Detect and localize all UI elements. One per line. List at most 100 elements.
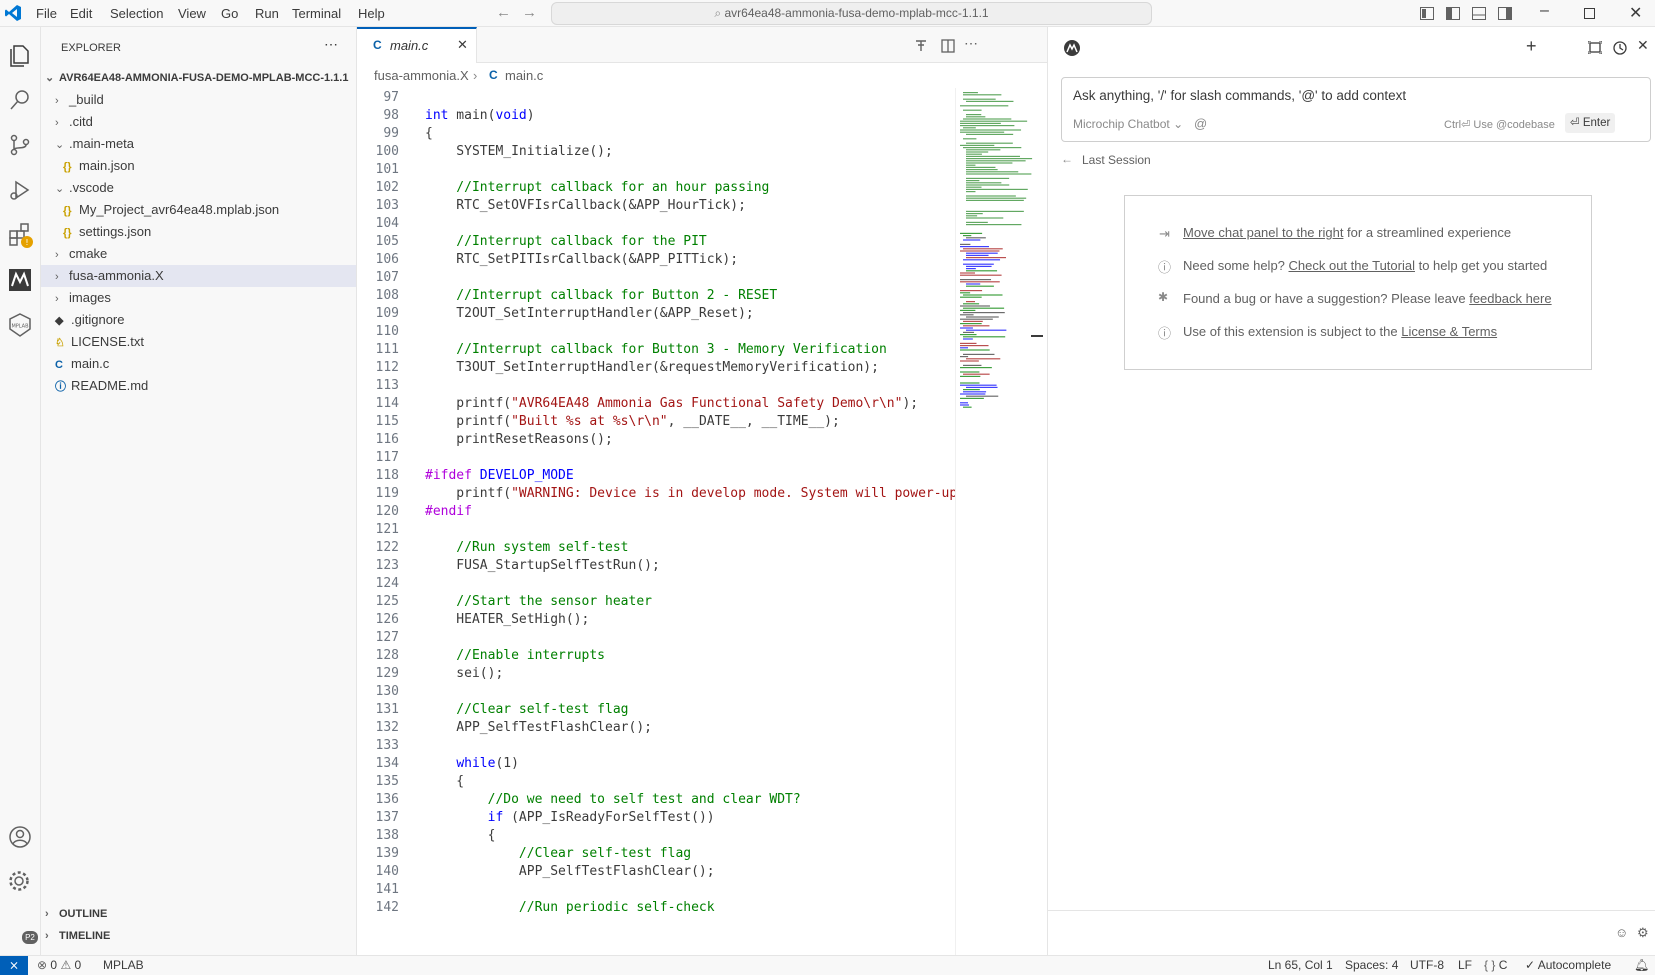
tutorial-link[interactable]: Check out the Tutorial [1289,258,1415,273]
code-line[interactable]: 141 [357,880,955,899]
close-chat-icon[interactable]: ✕ [1637,37,1649,54]
code-line[interactable]: 121 [357,520,955,539]
code-line[interactable]: 127 [357,628,955,647]
code-line[interactable]: 142 //Run periodic self-check [357,898,955,917]
end-of-line[interactable]: LF [1458,956,1472,975]
close-window-icon[interactable]: ✕ [1629,3,1642,23]
tree-item[interactable]: Cmain.c [41,353,356,375]
cursor-position[interactable]: Ln 65, Col 1 [1268,956,1333,975]
code-line[interactable]: 132 APP_SelfTestFlashClear(); [357,718,955,737]
code-line[interactable]: 126 HEATER_SetHigh(); [357,610,955,629]
editor-more-actions-icon[interactable]: ⋯ [964,35,978,52]
mplab-logo-icon[interactable] [6,266,34,294]
minimize-icon[interactable]: – [1540,2,1549,20]
customize-layout-icon[interactable] [1420,7,1434,20]
encoding[interactable]: UTF-8 [1410,956,1444,975]
settings-gear-icon[interactable]: ⚙ [1637,925,1649,941]
chat-input-box[interactable]: Ask anything, '/' for slash commands, '@… [1061,77,1651,142]
tree-item[interactable]: {} My_Project_avr64ea48.mplab.json [41,199,356,221]
license-terms-link[interactable]: License & Terms [1401,324,1497,339]
more-actions-icon[interactable]: ⋯ [324,36,338,53]
code-line[interactable]: 99 { [357,124,955,143]
source-control-icon[interactable] [6,131,34,159]
code-line[interactable]: 128 //Enable interrupts [357,646,955,665]
command-center[interactable]: ⌕ avr64ea48-ammonia-fusa-demo-mplab-mcc-… [551,2,1152,25]
history-icon[interactable] [1612,40,1627,55]
problems-indicator[interactable]: ⊗ 0 ⚠ 0 [37,956,81,975]
breadcrumb-file[interactable]: main.c [505,63,543,88]
autocomplete-status[interactable]: ✓ Autocomplete [1525,956,1611,975]
code-line[interactable]: 108 //Interrupt callback for Button 2 - … [357,286,955,305]
code-line[interactable]: 117 [357,448,955,467]
toggle-primary-sidebar-icon[interactable] [1446,7,1460,20]
menu-view[interactable]: View [178,6,206,21]
menu-help[interactable]: Help [358,6,385,21]
notifications-bell-icon[interactable]: 🔔︎ [1634,956,1649,975]
code-line[interactable]: 104 [357,214,955,233]
code-line[interactable]: 129 sei(); [357,664,955,683]
tree-item[interactable]: ⌄ .vscode [41,177,356,199]
enter-button[interactable]: ⏎ Enter [1565,113,1616,133]
close-tab-icon[interactable]: ✕ [457,37,468,53]
maximize-panel-icon[interactable] [1588,41,1602,54]
move-chat-panel-link[interactable]: Move chat panel to the right [1183,225,1343,240]
code-line[interactable]: 103 RTC_SetOVFIsrCallback(&APP_HourTick)… [357,196,955,215]
back-arrow-icon[interactable]: ← [496,4,511,21]
menu-selection[interactable]: Selection [110,6,163,21]
code-line[interactable]: 130 [357,682,955,701]
split-editor-icon[interactable] [941,39,955,53]
code-line[interactable]: 113 [357,376,955,395]
code-line[interactable]: 98 int main(void) [357,106,955,125]
explorer-files-icon[interactable] [6,41,34,69]
model-selector[interactable]: Microchip Chatbot ⌄ [1073,117,1183,131]
code-line[interactable]: 116 printResetReasons(); [357,430,955,449]
code-line[interactable]: 135 { [357,772,955,791]
maximize-icon[interactable] [1584,8,1595,19]
code-line[interactable]: 97 [357,88,955,107]
accounts-icon[interactable] [6,823,34,851]
tree-item[interactable]: ◆ .gitignore [41,309,356,331]
tab-main-c[interactable]: C main.c ✕ [357,27,477,63]
emoji-icon[interactable]: ☺ [1615,925,1628,940]
code-line[interactable]: 100 SYSTEM_Initialize(); [357,142,955,161]
code-line[interactable]: 115 printf("Built %s at %s\r\n", __DATE_… [357,412,955,431]
chat-input-placeholder[interactable]: Ask anything, '/' for slash commands, '@… [1073,88,1406,103]
explorer-root-folder[interactable]: ⌄ AVR64EA48-AMMONIA-FUSA-DEMO-MPLAB-MCC-1… [41,67,356,89]
code-line[interactable]: 114 printf("AVR64EA48 Ammonia Gas Functi… [357,394,955,413]
tree-item[interactable]: {} settings.json [41,221,356,243]
forward-arrow-icon[interactable]: → [522,4,537,21]
tree-item[interactable]: ⓘ README.md [41,375,356,397]
tree-item[interactable]: ♘ LICENSE.txt [41,331,356,353]
code-editor[interactable]: 97 98 int main(void) 99 {100 SYSTEM_Initiali… [357,88,955,955]
menu-edit[interactable]: Edit [70,6,92,21]
code-line[interactable]: 118 #ifdef DEVELOP_MODE [357,466,955,485]
toggle-panel-icon[interactable] [1472,7,1486,20]
tree-item[interactable]: › _build [41,89,356,111]
indentation[interactable]: Spaces: 4 [1345,956,1398,975]
code-line[interactable]: 133 [357,736,955,755]
code-line[interactable]: 122 //Run system self-test [357,538,955,557]
code-line[interactable]: 125 //Start the sensor heater [357,592,955,611]
run-debug-icon[interactable] [6,176,34,204]
language-mode[interactable]: { } C [1484,956,1507,975]
mplab-status[interactable]: MPLAB [103,956,144,975]
minimap[interactable] [955,88,1043,955]
mplab-shield-icon[interactable]: MPLAB [6,311,34,339]
breadcrumb-folder[interactable]: fusa-ammonia.X [374,63,469,88]
tree-item[interactable]: › fusa-ammonia.X [41,265,356,287]
last-session-link[interactable]: Last Session [1082,153,1151,167]
code-line[interactable]: 112 T3OUT_SetInterruptHandler(&requestMe… [357,358,955,377]
tree-item[interactable]: › .citd [41,111,356,133]
code-line[interactable]: 102 //Interrupt callback for an hour pas… [357,178,955,197]
tree-item[interactable]: {} main.json [41,155,356,177]
toggle-secondary-sidebar-icon[interactable] [1498,7,1512,20]
code-line[interactable]: 111 //Interrupt callback for Button 3 - … [357,340,955,359]
code-line[interactable]: 101 [357,160,955,179]
tree-item[interactable]: ⌄ .main-meta [41,133,356,155]
code-line[interactable]: 110 [357,322,955,341]
code-line[interactable]: 136 //Do we need to self test and clear … [357,790,955,809]
code-line[interactable]: 131 //Clear self-test flag [357,700,955,719]
code-line[interactable]: 124 [357,574,955,593]
code-line[interactable]: 134 while(1) [357,754,955,773]
feedback-link[interactable]: feedback here [1469,291,1551,306]
